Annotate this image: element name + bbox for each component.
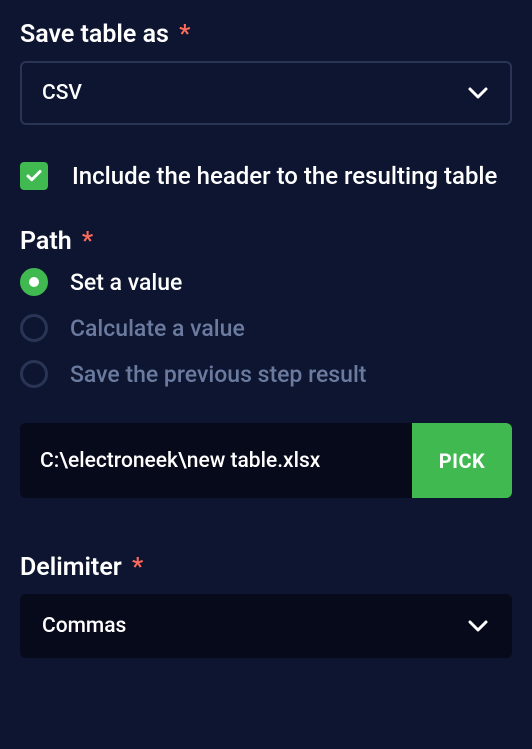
chevron-down-icon [466,614,490,638]
save-table-as-group: Save table as * CSV Include the header t… [20,20,512,192]
save-table-as-select[interactable]: CSV [20,61,512,125]
pick-button[interactable]: PICK [412,423,512,498]
radio-label: Set a value [70,269,182,296]
path-input[interactable]: C:\electroneek\new table.xlsx [20,423,412,498]
delimiter-select[interactable]: Commas [20,594,512,658]
required-asterisk: * [132,553,143,582]
include-header-checkbox[interactable] [20,162,48,190]
delimiter-group: Delimiter * Commas [20,553,512,658]
radio-label: Save the previous step result [70,361,366,388]
label-text: Save table as [20,20,169,49]
delimiter-value: Commas [42,614,126,638]
required-asterisk: * [179,20,190,49]
save-table-as-value: CSV [42,81,82,105]
label-text: Delimiter [20,553,122,582]
path-label: Path * [20,227,512,256]
radio-calculate-value[interactable]: Calculate a value [20,314,512,342]
label-text: Path [20,227,72,256]
path-radio-group: Set a value Calculate a value Save the p… [20,268,512,388]
radio-label: Calculate a value [70,315,245,342]
include-header-row[interactable]: Include the header to the resulting tabl… [20,160,512,192]
radio-circle-icon [20,360,48,388]
radio-set-value[interactable]: Set a value [20,268,512,296]
chevron-down-icon [466,81,490,105]
radio-circle-icon [20,268,48,296]
radio-save-previous[interactable]: Save the previous step result [20,360,512,388]
delimiter-label: Delimiter * [20,553,512,582]
path-input-row: C:\electroneek\new table.xlsx PICK [20,423,512,498]
required-asterisk: * [82,227,93,256]
save-table-as-label: Save table as * [20,20,512,49]
radio-circle-icon [20,314,48,342]
path-value: C:\electroneek\new table.xlsx [40,449,320,473]
path-group: Path * Set a value Calculate a value Sav… [20,227,512,498]
include-header-label: Include the header to the resulting tabl… [72,160,497,192]
